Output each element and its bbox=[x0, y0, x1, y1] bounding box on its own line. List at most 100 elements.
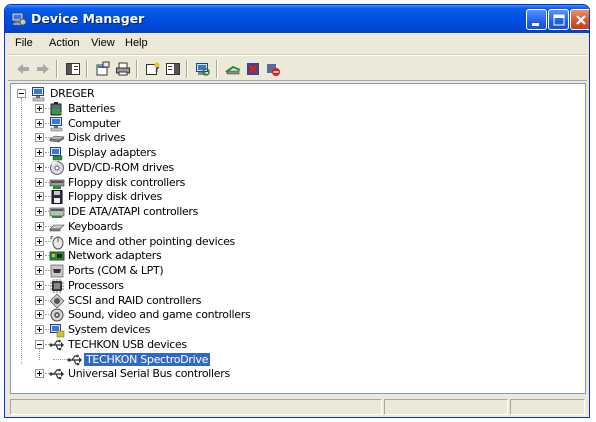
toolbar-separator bbox=[86, 60, 88, 78]
menu-view[interactable]: View bbox=[91, 37, 115, 49]
scsi-icon bbox=[49, 293, 65, 309]
tree-node-label[interactable]: SCSI and RAID controllers bbox=[66, 294, 203, 307]
toolbar-separator bbox=[56, 60, 58, 78]
status-panel bbox=[510, 399, 585, 415]
tree-node[interactable]: DREGER bbox=[11, 86, 585, 102]
tree-node[interactable]: Sound, video and game controllers bbox=[11, 307, 585, 322]
device-manager-icon bbox=[11, 11, 27, 27]
tree-node[interactable]: TECHKON SpectroDrive bbox=[11, 351, 585, 368]
toolbar-separator bbox=[136, 60, 138, 78]
tree-node-label[interactable]: TECHKON SpectroDrive bbox=[82, 351, 212, 367]
tree-node-label[interactable]: Computer bbox=[66, 117, 122, 130]
update-driver-icon[interactable] bbox=[224, 60, 242, 78]
computer-icon bbox=[31, 86, 47, 102]
expand-toggle[interactable] bbox=[35, 133, 44, 143]
tree-node[interactable]: Floppy disk drives bbox=[11, 189, 585, 205]
collapse-toggle[interactable] bbox=[17, 89, 26, 98]
display-adapter-icon bbox=[49, 145, 65, 161]
expand-toggle[interactable] bbox=[35, 325, 44, 334]
system-device-icon bbox=[49, 322, 65, 338]
expand-toggle[interactable] bbox=[35, 118, 44, 128]
tree-node[interactable]: Universal Serial Bus controllers bbox=[11, 366, 585, 381]
tree-node[interactable]: Floppy disk controllers bbox=[11, 175, 585, 190]
expand-toggle[interactable] bbox=[35, 103, 44, 113]
tree-connector bbox=[39, 348, 40, 360]
tree-node-label[interactable]: DVD/CD-ROM drives bbox=[66, 161, 176, 174]
menu-help[interactable]: Help bbox=[125, 37, 148, 49]
expand-toggle[interactable] bbox=[35, 310, 44, 320]
tree-node[interactable]: System devices bbox=[11, 322, 585, 338]
tree-node-label[interactable]: TECHKON USB devices bbox=[66, 338, 189, 351]
tree-node[interactable]: Display adapters bbox=[11, 145, 585, 161]
tree-node-label[interactable]: IDE ATA/ATAPI controllers bbox=[66, 205, 200, 218]
expand-toggle[interactable] bbox=[35, 266, 44, 275]
toolbar: ? bbox=[8, 55, 587, 81]
computer-icon bbox=[49, 116, 65, 132]
tree-node[interactable]: IDE ATA/ATAPI controllers bbox=[11, 204, 585, 219]
tree-node-label[interactable]: Display adapters bbox=[66, 146, 158, 159]
keyboard-icon bbox=[49, 219, 65, 235]
back-arrow-icon[interactable] bbox=[14, 60, 32, 78]
tree-node[interactable]: Mice and other pointing devices bbox=[11, 234, 585, 249]
tree-node-label[interactable]: Disk drives bbox=[66, 131, 127, 144]
menu-file[interactable]: File bbox=[15, 37, 33, 49]
tree-node-label[interactable]: Processors bbox=[66, 279, 126, 292]
tree-node-label[interactable]: Ports (COM & LPT) bbox=[66, 264, 165, 277]
tree-node[interactable]: TECHKON USB devices bbox=[11, 337, 585, 352]
tree-node[interactable]: Ports (COM & LPT) bbox=[11, 263, 585, 278]
tree-node-label[interactable]: Network adapters bbox=[66, 249, 163, 262]
close-button[interactable] bbox=[570, 9, 589, 30]
tree-node[interactable]: Processors bbox=[11, 278, 585, 293]
floppy-drive-icon bbox=[49, 189, 65, 205]
print-icon[interactable] bbox=[114, 60, 132, 78]
usb-icon bbox=[67, 352, 83, 368]
tree-node[interactable]: ⚡ Batteries bbox=[11, 101, 585, 118]
expand-toggle[interactable] bbox=[35, 207, 44, 216]
tree-node[interactable]: Disk drives bbox=[11, 130, 585, 145]
maximize-button[interactable] bbox=[548, 9, 569, 30]
title-bar[interactable]: Device Manager bbox=[5, 5, 589, 33]
expand-toggle[interactable] bbox=[35, 162, 44, 172]
tree-node-label[interactable]: Mice and other pointing devices bbox=[66, 235, 237, 248]
tree-node[interactable]: DVD/CD-ROM drives bbox=[11, 160, 585, 175]
cdrom-icon bbox=[49, 160, 65, 176]
floppy-controller-icon bbox=[49, 175, 65, 191]
scan-hardware-changes-icon[interactable] bbox=[194, 60, 212, 78]
tree-node-label[interactable]: DREGER bbox=[48, 87, 96, 100]
expand-toggle[interactable] bbox=[35, 148, 44, 157]
tree-node[interactable]: SCSI and RAID controllers bbox=[11, 293, 585, 308]
tree-node-label[interactable]: Sound, video and game controllers bbox=[66, 308, 252, 321]
show-hide-action-pane-icon[interactable] bbox=[164, 60, 182, 78]
tree-node-label[interactable]: Universal Serial Bus controllers bbox=[66, 367, 232, 380]
expand-toggle[interactable] bbox=[35, 295, 44, 305]
device-tree[interactable]: DREGER ⚡ Batteries Computer Disk drives Displ… bbox=[10, 83, 586, 394]
mouse-icon bbox=[49, 234, 65, 250]
expand-toggle[interactable] bbox=[35, 236, 44, 246]
menu-action[interactable]: Action bbox=[49, 37, 80, 49]
tree-node-label[interactable]: Keyboards bbox=[66, 220, 125, 233]
tree-node-label[interactable]: Batteries bbox=[66, 102, 117, 115]
uninstall-icon[interactable] bbox=[244, 60, 262, 78]
forward-arrow-icon[interactable] bbox=[34, 60, 52, 78]
properties-icon[interactable] bbox=[94, 60, 112, 78]
tree-node[interactable]: Network adapters bbox=[11, 248, 585, 263]
disk-drive-icon bbox=[49, 130, 65, 146]
tree-node-label[interactable]: System devices bbox=[66, 323, 152, 336]
collapse-toggle[interactable] bbox=[35, 339, 44, 349]
expand-toggle[interactable] bbox=[35, 369, 44, 379]
tree-node-label[interactable]: Floppy disk controllers bbox=[66, 176, 187, 189]
disable-device-icon[interactable] bbox=[264, 60, 282, 78]
usb-icon bbox=[49, 337, 65, 353]
tree-node[interactable]: Computer bbox=[11, 116, 585, 131]
show-hide-console-tree-icon[interactable] bbox=[64, 60, 82, 78]
expand-toggle[interactable] bbox=[35, 221, 44, 231]
status-panel bbox=[384, 399, 508, 415]
tree-node-label[interactable]: Floppy disk drives bbox=[66, 190, 164, 203]
expand-toggle[interactable] bbox=[35, 251, 44, 261]
expand-toggle[interactable] bbox=[35, 192, 44, 202]
expand-toggle[interactable] bbox=[35, 177, 44, 187]
expand-toggle[interactable] bbox=[35, 280, 44, 290]
minimize-button[interactable] bbox=[526, 9, 547, 30]
help-icon[interactable]: ? bbox=[144, 60, 162, 78]
tree-node[interactable]: Keyboards bbox=[11, 219, 585, 234]
